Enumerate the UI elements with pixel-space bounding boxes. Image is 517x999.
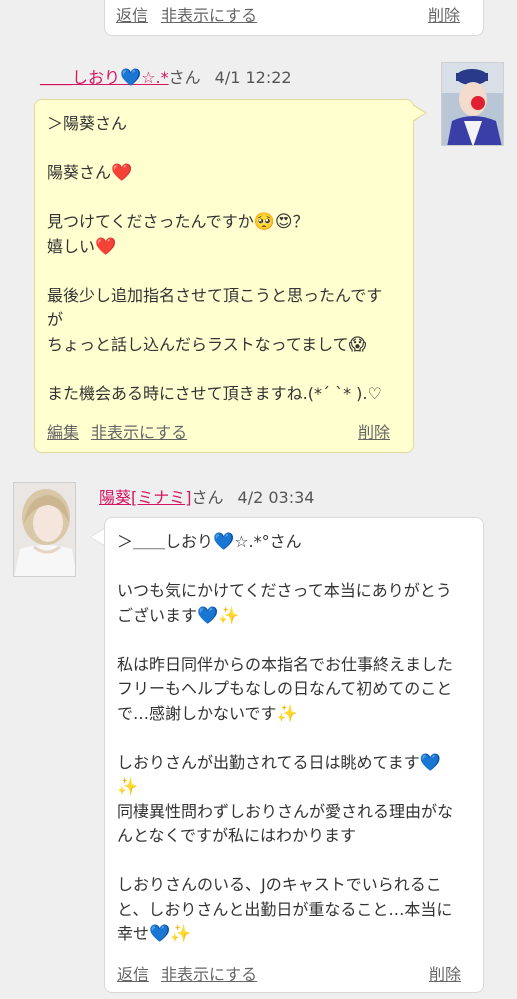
reply-link[interactable]: 返信 <box>116 2 148 26</box>
message-line <box>117 726 471 751</box>
post-meta: 陽葵[ミナミ]さん 4/2 03:34 <box>99 484 314 508</box>
message-line: ございます💙✨ <box>117 605 240 626</box>
message-line: 嬉しい❤️ <box>47 236 117 257</box>
reply-link[interactable]: 返信 <box>117 963 149 988</box>
message-line <box>47 259 401 284</box>
message-body: ＞＿＿しおり💙☆.*°さんいつも気にかけてくださって本当にありがとう ございます💙… <box>117 530 471 947</box>
message-line: ちょっと話し込んだらラストなってまして😱 <box>47 334 367 355</box>
message-line <box>47 186 401 211</box>
edit-link[interactable]: 編集 <box>47 421 79 446</box>
message-line: んとなくですが私にはわかります <box>117 826 357 845</box>
message-line: 幸せ💙✨ <box>117 924 192 944</box>
message-actions: 返信 非表示にする 削除 <box>117 963 472 987</box>
hide-link[interactable]: 非表示にする <box>91 421 187 446</box>
avatar[interactable] <box>13 482 76 577</box>
message-line: ＞＿＿しおり💙☆.*°さん <box>117 532 302 552</box>
message-line <box>117 628 471 653</box>
bubble-tail <box>412 104 427 122</box>
message-bubble: ＞陽葵さん陽葵さん❤️ 見つけてくださったんですか🥺😍？ 嬉しい❤️ 最後少し追加指名… <box>34 99 414 453</box>
avatar-photo <box>14 483 75 576</box>
message-line: 最後少し追加指名させて頂こうと思ったんです <box>47 285 383 305</box>
timestamp: 4/1 12:22 <box>214 68 292 87</box>
message-line: ＞陽葵さん <box>47 114 128 133</box>
message-line: 陽葵さん❤️ <box>47 163 133 183</box>
message-line: フリーもヘルプもなしの日なんて初めてのこと <box>117 679 453 698</box>
message-line <box>117 849 471 874</box>
avatar[interactable] <box>441 62 504 146</box>
message-line: ✨ <box>117 777 139 797</box>
author-link[interactable]: ＿＿しおり💙☆.* <box>40 68 169 88</box>
delete-link[interactable]: 削除 <box>429 963 461 988</box>
honorific: さん <box>191 488 224 507</box>
message-line: しおりさんが出勤されてる日は眺めてます💙 <box>117 752 441 773</box>
timestamp: 4/2 03:34 <box>237 488 315 507</box>
message-line <box>47 357 401 382</box>
bubble-tail <box>90 528 104 546</box>
message-actions: 編集 非表示にする 削除 <box>47 421 402 445</box>
message-line: いつも気にかけてくださって本当にありがとう <box>117 581 452 600</box>
post-meta: ＿＿しおり💙☆.*さん 4/1 12:22 <box>40 64 292 88</box>
message-body: ＞陽葵さん陽葵さん❤️ 見つけてくださったんですか🥺😍？ 嬉しい❤️ 最後少し追加指名… <box>47 112 401 406</box>
message-line: 見つけてくださったんですか🥺😍？ <box>47 212 309 232</box>
message-bubble: ＞＿＿しおり💙☆.*°さんいつも気にかけてくださって本当にありがとう ございます💙… <box>104 517 484 993</box>
honorific: さん <box>168 68 201 87</box>
message-line: また機会ある時にさせて頂きますね.(*ˊ ˋ* ).♡ <box>47 383 382 403</box>
message-line <box>47 137 401 162</box>
avatar-photo <box>442 63 503 145</box>
message-line: で…感謝しかないです✨ <box>117 703 298 724</box>
hide-link[interactable]: 非表示にする <box>161 2 257 26</box>
message-line: 私は昨日同伴からの本指名でお仕事終えました <box>117 654 454 674</box>
delete-link[interactable]: 削除 <box>358 421 390 446</box>
author-link[interactable]: 陽葵[ミナミ] <box>99 488 192 507</box>
message-line: 同棲異性問わずしおりさんが愛される理由がな <box>117 801 454 821</box>
message-line: が <box>47 310 64 329</box>
message-line <box>117 555 471 580</box>
message-line: しおりさんのいる、Jのキャストでいられるこ <box>117 875 442 894</box>
previous-post-actions: 返信 非表示にする 削除 <box>116 2 476 26</box>
delete-link[interactable]: 削除 <box>428 2 460 26</box>
message-line: と、しおりさんと出勤日が重なること…本当に <box>117 899 453 919</box>
hide-link[interactable]: 非表示にする <box>161 963 257 988</box>
